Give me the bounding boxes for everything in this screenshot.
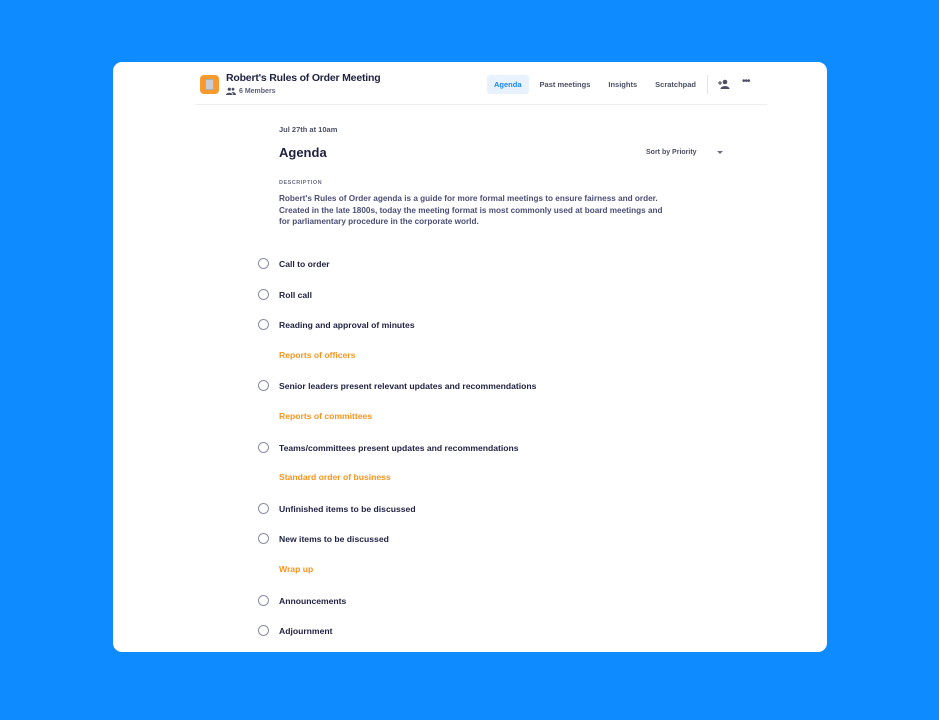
agenda-item-label[interactable]: Roll call: [279, 290, 312, 300]
meeting-title: Robert's Rules of Order Meeting: [226, 72, 381, 84]
tab-scratchpad[interactable]: Scratchpad: [648, 75, 703, 94]
agenda-item-label[interactable]: Call to order: [279, 259, 330, 269]
agenda-section-header: Reports of committees: [279, 411, 373, 421]
tab-insights[interactable]: Insights: [601, 75, 644, 94]
meeting-date: Jul 27th at 10am: [279, 125, 338, 134]
notebook-icon: [200, 75, 219, 94]
agenda-item-checkbox[interactable]: [258, 289, 269, 300]
agenda-item: Call to order: [258, 258, 330, 269]
members-label: 6 Members: [239, 87, 276, 95]
agenda-item-label[interactable]: Unfinished items to be discussed: [279, 504, 416, 514]
sort-dropdown[interactable]: Sort by Priority: [646, 149, 723, 156]
tab-agenda[interactable]: Agenda: [487, 75, 529, 94]
agenda-item-label[interactable]: Reading and approval of minutes: [279, 320, 415, 330]
agenda-item: Announcements: [258, 595, 346, 606]
agenda-item-label[interactable]: Teams/committees present updates and rec…: [279, 443, 519, 453]
agenda-item: Teams/committees present updates and rec…: [258, 442, 519, 453]
tab-bar: Agenda Past meetings Insights Scratchpad: [487, 75, 703, 94]
agenda-section-header: Standard order of business: [279, 472, 391, 482]
agenda-item-label[interactable]: Announcements: [279, 596, 346, 606]
description-label: DESCRIPTION: [279, 180, 323, 186]
page-title: Agenda: [279, 145, 327, 160]
agenda-item-label[interactable]: Adjournment: [279, 626, 332, 636]
add-user-icon[interactable]: [718, 78, 730, 90]
agenda-item: Roll call: [258, 289, 312, 300]
chevron-down-icon: [716, 151, 723, 154]
tab-past-meetings[interactable]: Past meetings: [533, 75, 598, 94]
agenda-item-label[interactable]: Senior leaders present relevant updates …: [279, 381, 536, 391]
agenda-item-checkbox[interactable]: [258, 319, 269, 330]
header-divider: [707, 75, 708, 94]
agenda-item-checkbox[interactable]: [258, 380, 269, 391]
agenda-item: Reading and approval of minutes: [258, 319, 415, 330]
members-count[interactable]: 6 Members: [226, 87, 276, 95]
sort-label: Sort by Priority: [646, 149, 697, 156]
description-text: Robert's Rules of Order agenda is a guid…: [279, 194, 663, 226]
meeting-card: Robert's Rules of Order Meeting 6 Member…: [113, 62, 827, 652]
agenda-item: Unfinished items to be discussed: [258, 503, 416, 514]
more-icon[interactable]: •••: [742, 76, 750, 87]
people-icon: [226, 87, 236, 95]
agenda-item: Senior leaders present relevant updates …: [258, 380, 536, 391]
agenda-item: New items to be discussed: [258, 533, 389, 544]
agenda-section-header: Reports of officers: [279, 350, 356, 360]
agenda-section-header: Wrap up: [279, 564, 314, 574]
agenda-item-checkbox[interactable]: [258, 533, 269, 544]
meeting-header: Robert's Rules of Order Meeting 6 Member…: [195, 62, 767, 105]
agenda-item-label[interactable]: New items to be discussed: [279, 534, 389, 544]
agenda-item: Adjournment: [258, 625, 332, 636]
agenda-item-checkbox[interactable]: [258, 503, 269, 514]
agenda-item-checkbox[interactable]: [258, 442, 269, 453]
agenda-item-checkbox[interactable]: [258, 625, 269, 636]
agenda-item-checkbox[interactable]: [258, 595, 269, 606]
agenda-item-checkbox[interactable]: [258, 258, 269, 269]
